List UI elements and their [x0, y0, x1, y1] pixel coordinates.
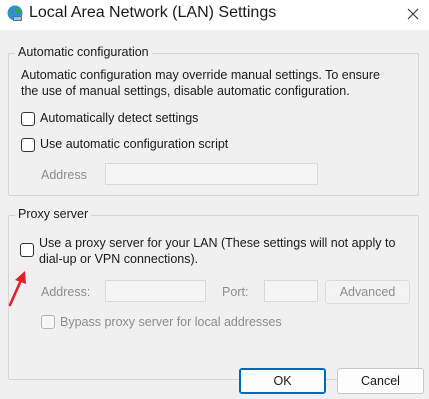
- ok-button[interactable]: OK: [239, 368, 326, 394]
- use-auto-config-script-checkbox[interactable]: [21, 138, 35, 152]
- proxy-port-field[interactable]: [264, 280, 318, 302]
- proxy-address-label: Address:: [41, 285, 91, 299]
- auto-config-description-line2: the use of manual settings, disable auto…: [21, 84, 350, 98]
- automatic-configuration-legend: Automatic configuration: [15, 45, 152, 59]
- globe-network-icon: [7, 5, 23, 21]
- cancel-button[interactable]: Cancel: [337, 368, 424, 394]
- use-proxy-server-label-line2[interactable]: dial-up or VPN connections).: [39, 252, 198, 266]
- auto-config-address-field[interactable]: [105, 163, 318, 185]
- automatically-detect-label[interactable]: Automatically detect settings: [40, 111, 198, 125]
- advanced-button[interactable]: Advanced: [325, 280, 410, 304]
- use-proxy-server-label-line1[interactable]: Use a proxy server for your LAN (These s…: [39, 236, 395, 250]
- automatically-detect-checkbox[interactable]: [21, 112, 35, 126]
- bypass-local-checkbox[interactable]: [41, 315, 55, 329]
- close-icon: [407, 8, 418, 20]
- use-proxy-server-checkbox[interactable]: [20, 243, 34, 257]
- window-title: Local Area Network (LAN) Settings: [29, 4, 277, 21]
- use-auto-config-script-label[interactable]: Use automatic configuration script: [40, 137, 228, 151]
- proxy-port-label: Port:: [222, 285, 249, 299]
- close-button[interactable]: [396, 0, 429, 28]
- auto-config-address-label: Address: [41, 168, 87, 182]
- auto-config-description-line1: Automatic configuration may override man…: [21, 68, 380, 82]
- proxy-server-legend: Proxy server: [15, 207, 92, 221]
- dialog-body: Automatic configuration Automatic config…: [0, 30, 429, 399]
- title-bar: Local Area Network (LAN) Settings: [0, 0, 429, 30]
- proxy-address-field[interactable]: [105, 280, 206, 302]
- bypass-local-label[interactable]: Bypass proxy server for local addresses: [60, 315, 282, 329]
